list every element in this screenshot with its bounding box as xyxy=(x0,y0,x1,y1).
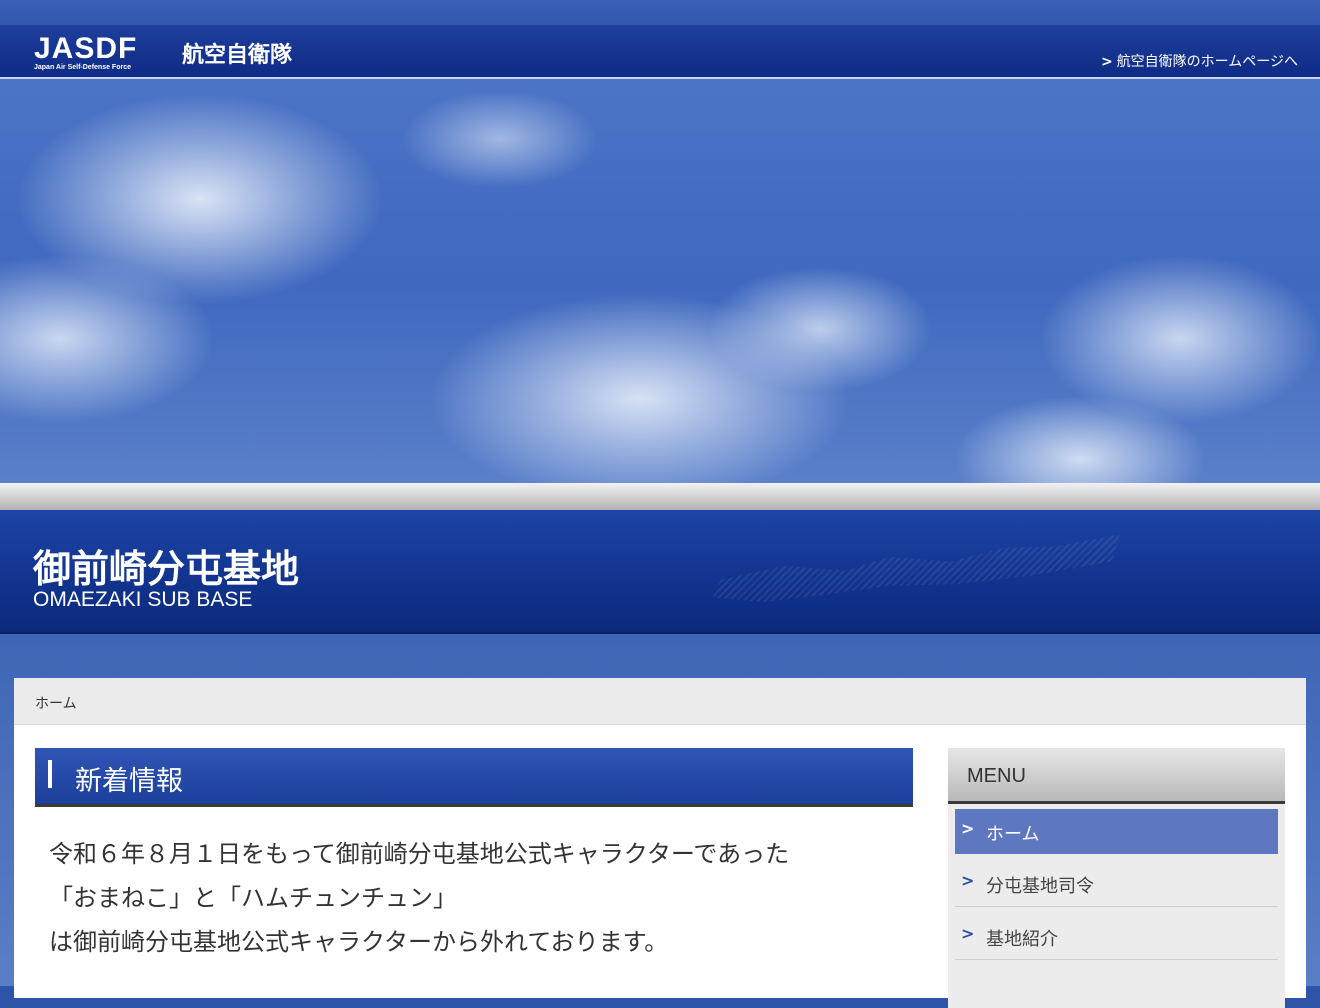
menu-heading-text: MENU xyxy=(967,765,1026,787)
base-subtitle: OMAEZAKI SUB BASE xyxy=(33,588,253,611)
content-panel: ホーム 新着情報 令和６年８月１日をもって御前崎分屯基地公式キャラクターであった… xyxy=(14,678,1306,1008)
home-link-label: 航空自衛隊のホームページへ xyxy=(1116,54,1298,70)
news-line: 「おまねこ」と「ハムチュンチュン」 xyxy=(49,884,457,912)
chevron-right-icon: > xyxy=(961,924,975,943)
silver-divider xyxy=(0,483,1320,513)
side-menu: MENU > ホーム > 分屯基地司令 > 基地紹介 xyxy=(948,748,1285,1008)
menu-item-label: ホーム xyxy=(986,824,1040,845)
news-line: は御前崎分屯基地公式キャラクターから外れております。 xyxy=(49,928,669,956)
jasdf-logo[interactable]: JASDF Japan Air Self-Defense Force xyxy=(34,32,138,72)
site-header: JASDF Japan Air Self-Defense Force 航空自衛隊… xyxy=(0,25,1320,79)
top-band xyxy=(0,0,1320,25)
base-title-band: 御前崎分屯基地 OMAEZAKI SUB BASE xyxy=(0,510,1320,634)
menu-item-label: 基地紹介 xyxy=(986,929,1058,950)
japan-map-graphic xyxy=(712,534,1120,602)
news-line: 令和６年８月１日をもって御前崎分屯基地公式キャラクターであった xyxy=(49,840,790,868)
heading-bar xyxy=(48,760,52,788)
logo-subtext: Japan Air Self-Defense Force xyxy=(34,64,131,71)
menu-item-commander[interactable]: > 分屯基地司令 xyxy=(955,861,1278,907)
breadcrumb-home: ホーム xyxy=(35,696,77,712)
menu-item-home[interactable]: > ホーム xyxy=(955,809,1278,854)
news-body: 令和６年８月１日をもって御前崎分屯基地公式キャラクターであった 「おまねこ」と「… xyxy=(49,832,909,964)
menu-item-label: 分屯基地司令 xyxy=(986,876,1094,897)
org-name: 航空自衛隊 xyxy=(182,43,293,68)
jasdf-home-link[interactable]: > 航空自衛隊のホームページへ xyxy=(1101,51,1298,71)
chevron-right-icon: > xyxy=(961,871,975,890)
chevron-right-icon: > xyxy=(961,819,975,838)
news-heading: 新着情報 xyxy=(35,748,913,807)
menu-heading: MENU xyxy=(948,748,1285,804)
logo-text: JASDF xyxy=(34,32,138,65)
news-heading-text: 新着情報 xyxy=(75,766,183,797)
sky-banner-image xyxy=(0,79,1320,483)
chevron-right-icon: > xyxy=(1100,54,1113,70)
base-title: 御前崎分屯基地 xyxy=(33,547,300,591)
breadcrumb: ホーム xyxy=(14,678,1306,725)
menu-item-base-intro[interactable]: > 基地紹介 xyxy=(955,914,1278,960)
